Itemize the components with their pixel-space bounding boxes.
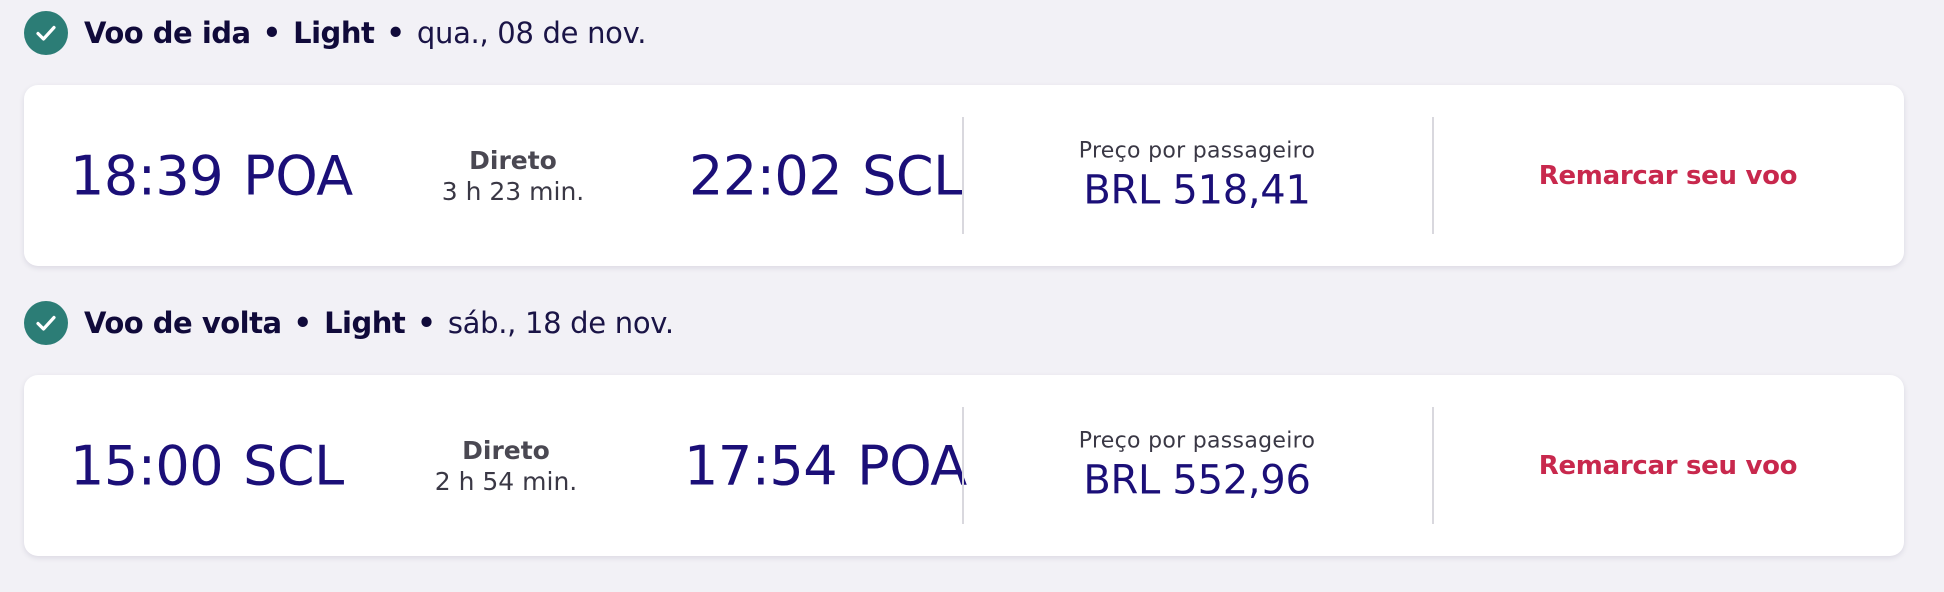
return-header: Voo de volta • Light • sáb., 18 de nov. — [24, 301, 674, 345]
outbound-title: Voo de ida — [84, 16, 251, 50]
departure-time: 18:39 — [70, 144, 224, 207]
outbound-flight-card: 18:39 POA Direto 3 h 23 min. 22:02 SCL Pre… — [24, 85, 1904, 266]
duration-label: 2 h 54 min. — [434, 466, 578, 496]
divider — [962, 407, 964, 524]
return-departure: 15:00 SCL — [70, 434, 344, 497]
arrival-time: 22:02 — [689, 144, 843, 207]
departure-airport: SCL — [243, 434, 344, 497]
outbound-fare: Light — [293, 16, 375, 50]
outbound-departure: 18:39 POA — [70, 144, 353, 207]
price-value: BRL 518,41 — [1083, 167, 1311, 213]
departure-airport: POA — [243, 144, 353, 207]
divider — [1432, 117, 1434, 234]
return-flight-card: 15:00 SCL Direto 2 h 54 min. 17:54 POA Pre… — [24, 375, 1904, 556]
price-label: Preço por passageiro — [1078, 138, 1316, 163]
divider — [962, 117, 964, 234]
rebook-outbound-link[interactable]: Remarcar seu voo — [1539, 161, 1798, 191]
rebook-return-link[interactable]: Remarcar seu voo — [1539, 451, 1798, 481]
separator-dot: • — [386, 16, 405, 50]
price-label: Preço por passageiro — [1078, 428, 1316, 453]
outbound-header: Voo de ida • Light • qua., 08 de nov. — [24, 11, 646, 55]
return-date: sáb., 18 de nov. — [447, 306, 674, 340]
return-title: Voo de volta — [84, 306, 282, 340]
outbound-duration: Direto 3 h 23 min. — [442, 146, 585, 206]
stops-label: Direto — [462, 435, 550, 465]
return-fare: Light — [324, 306, 406, 340]
outbound-price: Preço por passageiro BRL 518,41 — [1079, 138, 1315, 213]
flight-summary: Voo de ida • Light • qua., 08 de nov. 18… — [0, 0, 1944, 592]
departure-time: 15:00 — [70, 434, 224, 497]
separator-dot: • — [417, 306, 436, 340]
separator-dot: • — [293, 306, 313, 340]
divider — [1432, 407, 1434, 524]
outbound-arrival: 22:02 SCL — [689, 144, 963, 207]
check-circle-icon — [24, 11, 68, 55]
arrival-airport: SCL — [862, 144, 963, 207]
duration-label: 3 h 23 min. — [441, 176, 585, 206]
arrival-time: 17:54 — [684, 434, 838, 497]
separator-dot: • — [262, 16, 282, 50]
outbound-date: qua., 08 de nov. — [416, 16, 647, 50]
stops-label: Direto — [469, 145, 557, 175]
return-arrival: 17:54 POA — [684, 434, 967, 497]
return-price: Preço por passageiro BRL 552,96 — [1079, 428, 1315, 503]
arrival-airport: POA — [857, 434, 967, 497]
price-value: BRL 552,96 — [1083, 457, 1311, 503]
return-duration: Direto 2 h 54 min. — [435, 436, 578, 496]
check-circle-icon — [24, 301, 68, 345]
